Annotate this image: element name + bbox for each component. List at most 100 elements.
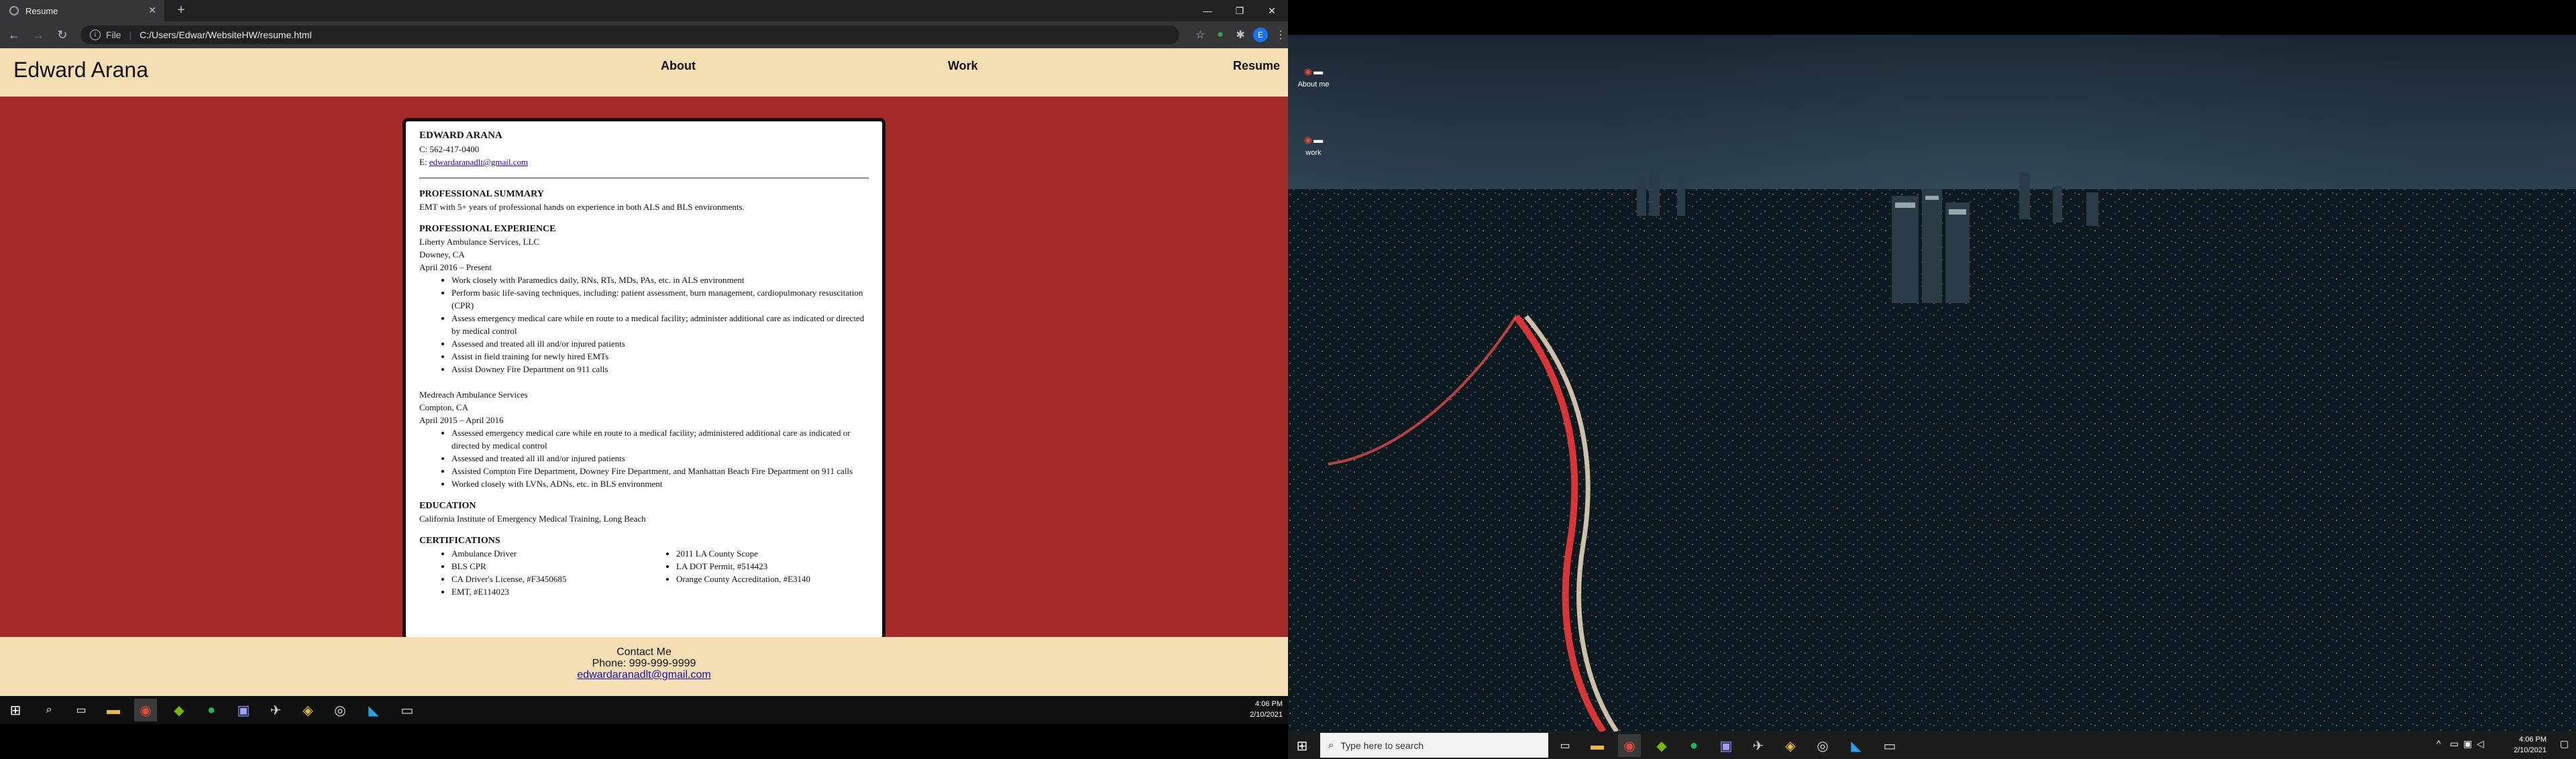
certifications-heading: CERTIFICATIONS <box>419 536 500 546</box>
certifications-left-column: Ambulance Driver BLS CPR CA Driver's Lic… <box>451 547 644 598</box>
app-icon[interactable]: ◈ <box>297 699 319 721</box>
url-divider: | <box>129 30 132 40</box>
desktop-icon-label: work <box>1305 149 1322 157</box>
restore-icon[interactable]: ❐ <box>1224 0 1256 21</box>
clock-date: 2/10/2021 <box>2514 746 2546 754</box>
search-icon[interactable]: ⌕ <box>38 699 60 721</box>
job-company: Liberty Ambulance Services, LLC <box>419 237 540 247</box>
list-item: Worked closely with LVNs, ADNs, etc. in … <box>451 477 869 490</box>
city-night-wallpaper <box>1288 35 2576 732</box>
resume-name: EDWARD ARANA <box>419 130 502 141</box>
summary-heading: PROFESSIONAL SUMMARY <box>419 189 544 199</box>
app-icon[interactable]: ▣ <box>232 699 255 721</box>
experience-heading: PROFESSIONAL EXPERIENCE <box>419 224 556 234</box>
html-file-icon: ◉ ▬ <box>1303 65 1324 77</box>
taskbar: ⊞ ⌕ ▭ ▬ ◉ ◆ ● ▣ ✈ ◈ ◎ ◣ ▭ 4:06 PM 2/10/2… <box>0 696 1288 724</box>
browser-tab[interactable]: Resume ✕ <box>0 0 164 21</box>
vscode-icon[interactable]: ◣ <box>362 699 385 721</box>
resume-phone: C: 562-417-0400 <box>419 144 480 154</box>
notification-icon[interactable]: ▢ <box>2560 738 2569 750</box>
list-item: Assess emergency medical care while en r… <box>451 312 869 337</box>
network-icon[interactable]: ▣ <box>2463 738 2472 750</box>
site-info-icon[interactable]: i <box>89 30 101 40</box>
window-close-icon[interactable]: ✕ <box>1256 0 1288 21</box>
profile-avatar-icon[interactable]: E <box>1253 27 1268 42</box>
chrome-icon[interactable]: ◉ <box>1618 734 1641 757</box>
footer-contact-title: Contact Me <box>616 646 672 658</box>
taskbar-clock[interactable]: 4:06 PM 2/10/2021 <box>1250 699 1283 720</box>
chrome-icon[interactable]: ◉ <box>134 699 157 721</box>
nvidia-icon[interactable]: ◆ <box>1650 734 1673 757</box>
left-monitor: Resume ✕ + — ❐ ✕ ← → ↻ i File | C:/Users… <box>0 0 1288 759</box>
site-header: Edward Arana About Work Resume <box>0 48 1288 97</box>
file-explorer-icon[interactable]: ▬ <box>102 699 125 721</box>
job-location: Compton, CA <box>419 402 468 412</box>
battery-icon[interactable]: ▭ <box>2450 738 2459 750</box>
html-file-icon: ◉ ▬ <box>1303 133 1324 145</box>
clock-time: 4:06 PM <box>2519 736 2546 744</box>
footer-email-link[interactable]: edwardaranadlt@gmail.com <box>0 669 1288 681</box>
back-icon[interactable]: ← <box>4 25 24 45</box>
url-text: C:/Users/Edwar/WebsiteHW/resume.html <box>140 30 312 40</box>
job-duties-list: Assessed emergency medical care while en… <box>451 426 869 490</box>
tab-close-icon[interactable]: ✕ <box>148 5 156 16</box>
email-prefix: E: <box>419 157 427 167</box>
taskbar-search-box[interactable]: ⌕ Type here to search <box>1320 733 1548 758</box>
search-icon: ⌕ <box>1328 740 1334 751</box>
clock-time: 4:06 PM <box>1255 700 1283 708</box>
list-item: Perform basic life-saving techniques, in… <box>451 286 869 312</box>
right-monitor: ◉ ▬ About me ◉ ▬ work ⊞ ⌕ Type here to sea… <box>1288 0 2576 759</box>
resume-document[interactable]: EDWARD ARANA C: 562-417-0400 E: edwardar… <box>402 118 885 641</box>
nvidia-icon[interactable]: ◆ <box>168 699 191 721</box>
terminal-icon[interactable]: ▭ <box>396 699 419 721</box>
list-item: 2011 LA County Scope <box>676 547 869 560</box>
reload-icon[interactable]: ↻ <box>52 25 72 45</box>
browser-tab-strip: Resume ✕ + — ❐ ✕ <box>0 0 1288 21</box>
app-icon[interactable]: ◈ <box>1779 734 1802 757</box>
job-entry: Medreach Ambulance Services Compton, CA … <box>419 388 869 490</box>
steam-icon[interactable]: ◎ <box>1811 734 1834 757</box>
spotify-icon[interactable]: ● <box>200 699 223 721</box>
list-item: Ambulance Driver <box>451 547 644 560</box>
browser-menu-icon[interactable]: ⋮ <box>1273 27 1288 42</box>
address-bar[interactable]: i File | C:/Users/Edwar/WebsiteHW/resume… <box>80 25 1180 44</box>
screen-letterbox <box>0 724 1288 759</box>
new-tab-icon[interactable]: + <box>173 3 189 18</box>
start-windows-icon[interactable]: ⊞ <box>1291 734 1313 757</box>
url-scheme-label: File <box>105 30 121 40</box>
extension-icon[interactable]: ● <box>1213 27 1228 42</box>
minimize-icon[interactable]: — <box>1191 0 1224 21</box>
forward-icon[interactable]: → <box>28 25 48 45</box>
vscode-icon[interactable]: ◣ <box>1845 734 1868 757</box>
bookmark-star-icon[interactable]: ☆ <box>1193 27 1208 42</box>
clock-date: 2/10/2021 <box>1250 711 1283 719</box>
game-app-icon[interactable]: ✈ <box>1747 734 1770 757</box>
extensions-puzzle-icon[interactable]: ✱ <box>1233 27 1248 42</box>
list-item: Assessed and treated all ill and/or inju… <box>451 337 869 350</box>
tray-overflow-chevron-icon[interactable]: ^ <box>2436 738 2441 749</box>
terminal-icon[interactable]: ▭ <box>1878 734 1901 757</box>
page-favicon-icon <box>9 6 19 15</box>
app-icon[interactable]: ▣ <box>1715 734 1737 757</box>
certifications-list: Ambulance Driver BLS CPR CA Driver's Lic… <box>419 547 869 598</box>
list-item: LA DOT Permit, #514423 <box>676 560 869 573</box>
game-app-icon[interactable]: ✈ <box>264 699 287 721</box>
task-view-icon[interactable]: ▭ <box>1554 734 1576 757</box>
start-windows-icon[interactable]: ⊞ <box>4 699 27 721</box>
resume-email-link[interactable]: edwardaranadlt@gmail.com <box>429 157 528 167</box>
nav-link-resume[interactable]: Resume <box>1233 59 1280 73</box>
desktop-icon-label: About me <box>1297 80 1330 89</box>
desktop-icon-work[interactable]: ◉ ▬ work <box>1288 133 1340 158</box>
site-footer: Contact Me Phone: 999-999-9999 edwardara… <box>0 637 1288 696</box>
desktop-icon-about-me[interactable]: ◉ ▬ About me <box>1288 64 1340 89</box>
spotify-icon[interactable]: ● <box>1682 734 1705 757</box>
list-item: Assessed emergency medical care while en… <box>451 426 869 452</box>
task-view-icon[interactable]: ▭ <box>70 699 93 721</box>
taskbar-clock[interactable]: 4:06 PM 2/10/2021 <box>2514 734 2546 756</box>
nav-link-work[interactable]: Work <box>948 59 978 73</box>
web-page: Edward Arana About Work Resume EDWARD AR… <box>0 48 1288 696</box>
file-explorer-icon[interactable]: ▬ <box>1586 734 1609 757</box>
nav-link-about[interactable]: About <box>661 59 696 73</box>
volume-icon[interactable]: ◁ <box>2477 738 2484 750</box>
steam-icon[interactable]: ◎ <box>329 699 352 721</box>
